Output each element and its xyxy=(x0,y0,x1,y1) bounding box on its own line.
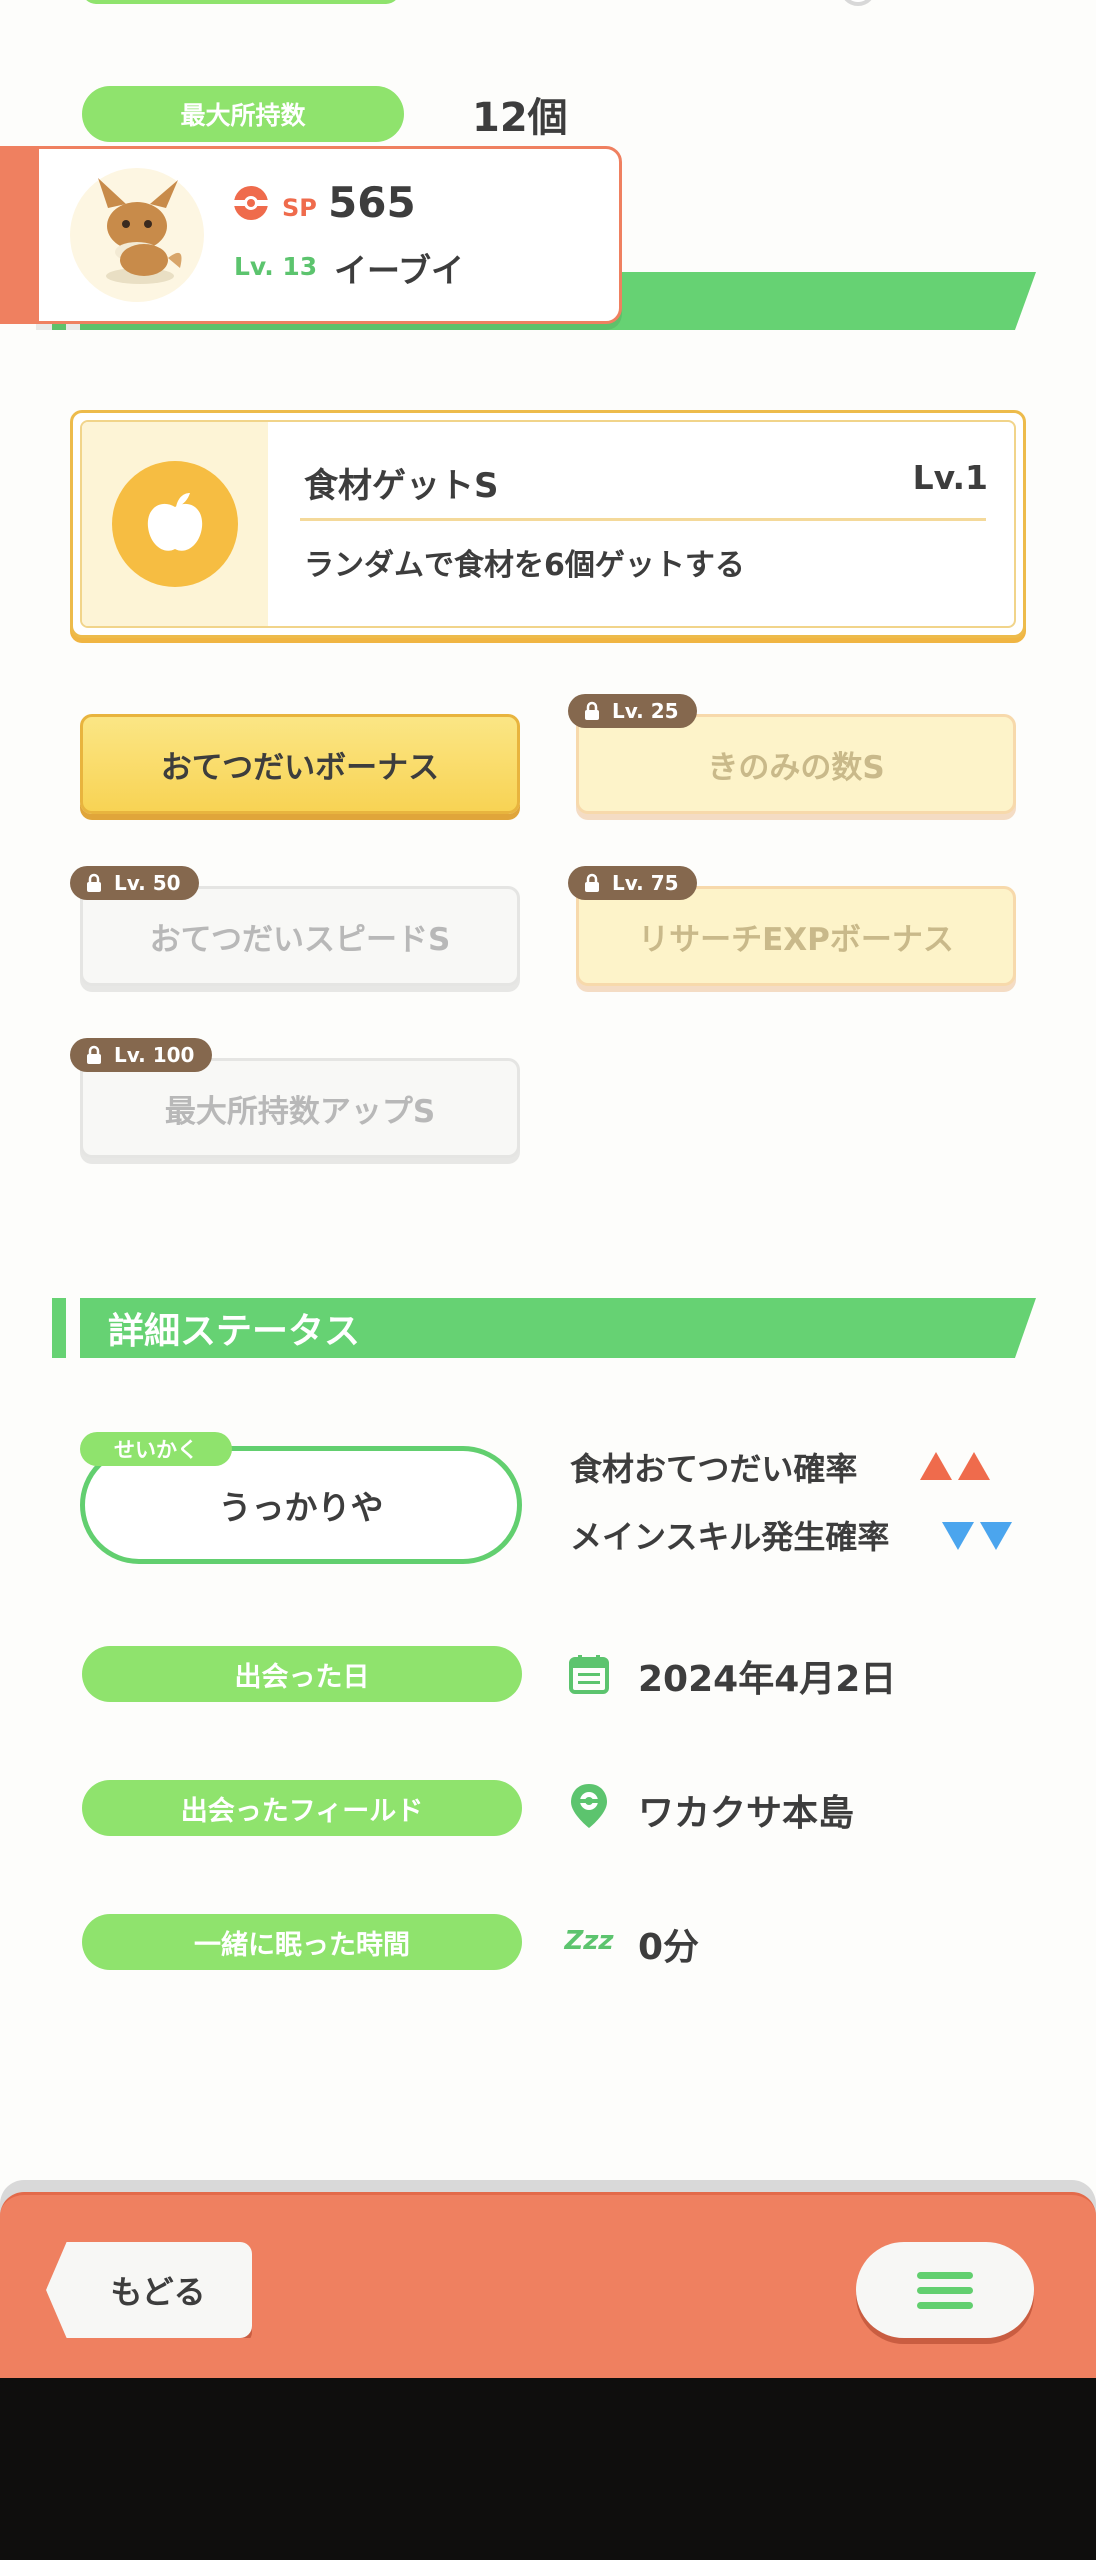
pokemon-card-tab xyxy=(0,146,40,324)
main-skill-name: 食材ゲットS xyxy=(304,466,499,506)
max-holding-value: 12個 xyxy=(472,95,568,141)
down-triangle-icon xyxy=(980,1522,1012,1550)
sleep-zzz-icon: Zzz xyxy=(564,1926,614,1956)
trait-up-label: 食材おてつだい確率 xyxy=(570,1450,858,1488)
eevee-avatar-icon xyxy=(70,168,204,302)
pokemon-name: イーブイ xyxy=(334,251,465,290)
menu-line xyxy=(917,2286,973,2294)
lock-level: Lv. 75 xyxy=(612,871,679,895)
down-triangle-icon xyxy=(942,1522,974,1550)
up-triangle-icon xyxy=(920,1452,952,1480)
location-pin-icon xyxy=(566,1783,612,1829)
main-skill-level: Lv.1 xyxy=(912,458,988,497)
sub-skill-berry-count[interactable]: きのみの数S xyxy=(576,714,1016,814)
lock-icon xyxy=(87,873,101,892)
back-button[interactable]: もどる xyxy=(46,2242,252,2338)
trait-down-label: メインスキル発生確率 xyxy=(570,1518,890,1556)
sp-value: 565 xyxy=(328,178,416,227)
met-date-value: 2024年4月2日 xyxy=(638,1659,897,1700)
lock-badge-lv100: Lv. 100 xyxy=(70,1038,213,1072)
pokemon-level: Lv. 13 xyxy=(234,252,318,281)
main-skill-divider xyxy=(300,518,986,521)
nature-tag: せいかく xyxy=(80,1432,232,1466)
max-holding-label: 最大所持数 xyxy=(82,86,404,142)
lock-level: Lv. 25 xyxy=(612,699,679,723)
lock-icon xyxy=(87,1045,101,1064)
lock-badge-lv75: Lv. 75 xyxy=(568,866,697,900)
previous-section-button[interactable] xyxy=(840,0,876,6)
slept-value: 0分 xyxy=(638,1927,700,1968)
lock-level: Lv. 50 xyxy=(114,871,181,895)
met-field-value: ワカクサ本島 xyxy=(638,1793,855,1834)
sub-skill-helping-speed[interactable]: おてつだいスピードS xyxy=(80,886,520,986)
main-skill-description: ランダムで食材を6個ゲットする xyxy=(304,548,745,583)
details-header: 詳細ステータス xyxy=(80,1298,1036,1358)
lock-badge-lv50: Lv. 50 xyxy=(70,866,199,900)
hamburger-menu-icon[interactable] xyxy=(856,2242,1034,2338)
trait-up-arrows xyxy=(920,1452,990,1480)
slept-label: 一緒に眠った時間 xyxy=(82,1914,522,1970)
sub-skill-research-exp-bonus[interactable]: リサーチEXPボーナス xyxy=(576,886,1016,986)
lock-badge-lv25: Lv. 25 xyxy=(568,694,697,728)
sp-label: SP xyxy=(282,194,317,222)
sub-skill-helping-bonus[interactable]: おてつだいボーナス xyxy=(80,714,520,814)
menu-line xyxy=(917,2271,973,2279)
sub-skill-inventory-up[interactable]: 最大所持数アップS xyxy=(80,1058,520,1158)
previous-section-pill xyxy=(82,0,400,4)
system-navigation-area xyxy=(0,2378,1096,2560)
met-field-label: 出会ったフィールド xyxy=(82,1780,522,1836)
calendar-icon xyxy=(566,1651,612,1697)
lock-icon xyxy=(585,873,599,892)
sp-orb-icon xyxy=(232,184,270,222)
menu-line xyxy=(917,2301,973,2309)
details-header-accent xyxy=(52,1298,66,1358)
up-triangle-icon xyxy=(958,1452,990,1480)
met-date-label: 出会った日 xyxy=(82,1646,522,1702)
lock-icon xyxy=(585,701,599,720)
trait-down-arrows xyxy=(942,1522,1012,1550)
apple-icon xyxy=(112,461,238,587)
lock-level: Lv. 100 xyxy=(114,1043,195,1067)
